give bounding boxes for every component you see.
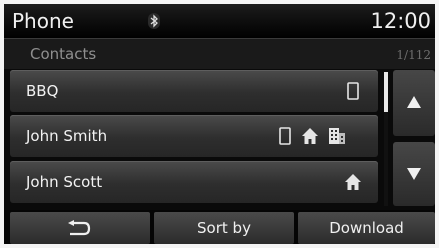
contact-row-bbq[interactable]: BBQ [10, 70, 378, 112]
scroll-up-button[interactable] [393, 70, 435, 136]
scrollbar-thumb[interactable] [384, 72, 388, 112]
bluetooth-icon [148, 13, 160, 29]
status-bar: Phone 12:00 [4, 4, 435, 39]
contact-name: John Smith [26, 127, 108, 145]
back-arrow-icon [68, 220, 91, 236]
clock: 12:00 [370, 9, 431, 33]
office-icon [328, 127, 345, 145]
scroll-down-button[interactable] [393, 142, 435, 206]
download-button[interactable]: Download [298, 212, 435, 244]
contact-name: BBQ [26, 82, 59, 100]
app-title: Phone [12, 9, 74, 33]
triangle-up-icon [407, 96, 421, 108]
contact-name: John Scott [26, 173, 103, 191]
triangle-down-icon [407, 168, 421, 180]
scrollbar[interactable] [384, 72, 388, 206]
mobile-phone-icon [277, 127, 293, 145]
section-title: Contacts [30, 45, 97, 63]
bottom-toolbar: Sort by Download [4, 210, 435, 244]
contact-row-john-smith[interactable]: John Smith [10, 115, 378, 157]
contact-row-john-scott[interactable]: John Scott [10, 161, 378, 203]
contacts-header: Contacts 1/112 [4, 39, 435, 69]
mobile-phone-icon [345, 82, 361, 100]
home-icon [344, 173, 361, 191]
page-indicator: 1/112 [396, 48, 431, 62]
home-icon [301, 127, 318, 145]
back-button[interactable] [10, 212, 150, 244]
sort-by-button[interactable]: Sort by [154, 212, 294, 244]
phone-screen: Phone 12:00 Contacts 1/112 BBQ John Smit… [4, 4, 435, 244]
